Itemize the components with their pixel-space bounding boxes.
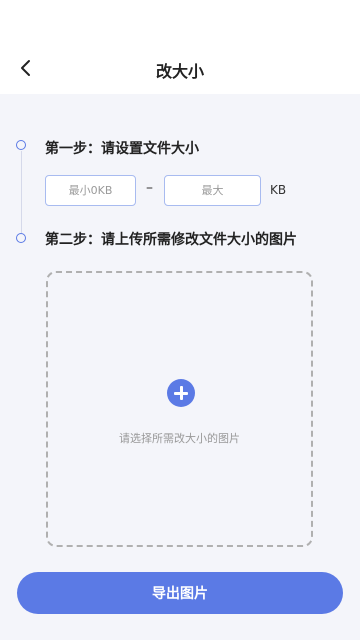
step1-label: 第一步：请设置文件大小 <box>45 141 199 157</box>
step1-dot-icon <box>16 140 26 150</box>
step2-label: 第二步：请上传所需修改文件大小的图片 <box>45 232 297 248</box>
range-separator: – <box>146 180 153 196</box>
top-bar: 改大小 <box>0 0 360 94</box>
add-circle-icon[interactable] <box>167 379 195 407</box>
page-title: 改大小 <box>155 62 204 81</box>
min-size-input[interactable] <box>45 175 136 206</box>
upload-hint: 请选择所需改大小的图片 <box>119 432 240 445</box>
max-size-input[interactable] <box>164 175 261 206</box>
size-unit-label: KB <box>270 183 287 197</box>
export-image-button[interactable]: 导出图片 <box>17 572 343 614</box>
image-upload-area[interactable]: 请选择所需改大小的图片 <box>46 271 313 547</box>
step2-dot-icon <box>16 233 26 243</box>
step-timeline <box>21 151 22 233</box>
